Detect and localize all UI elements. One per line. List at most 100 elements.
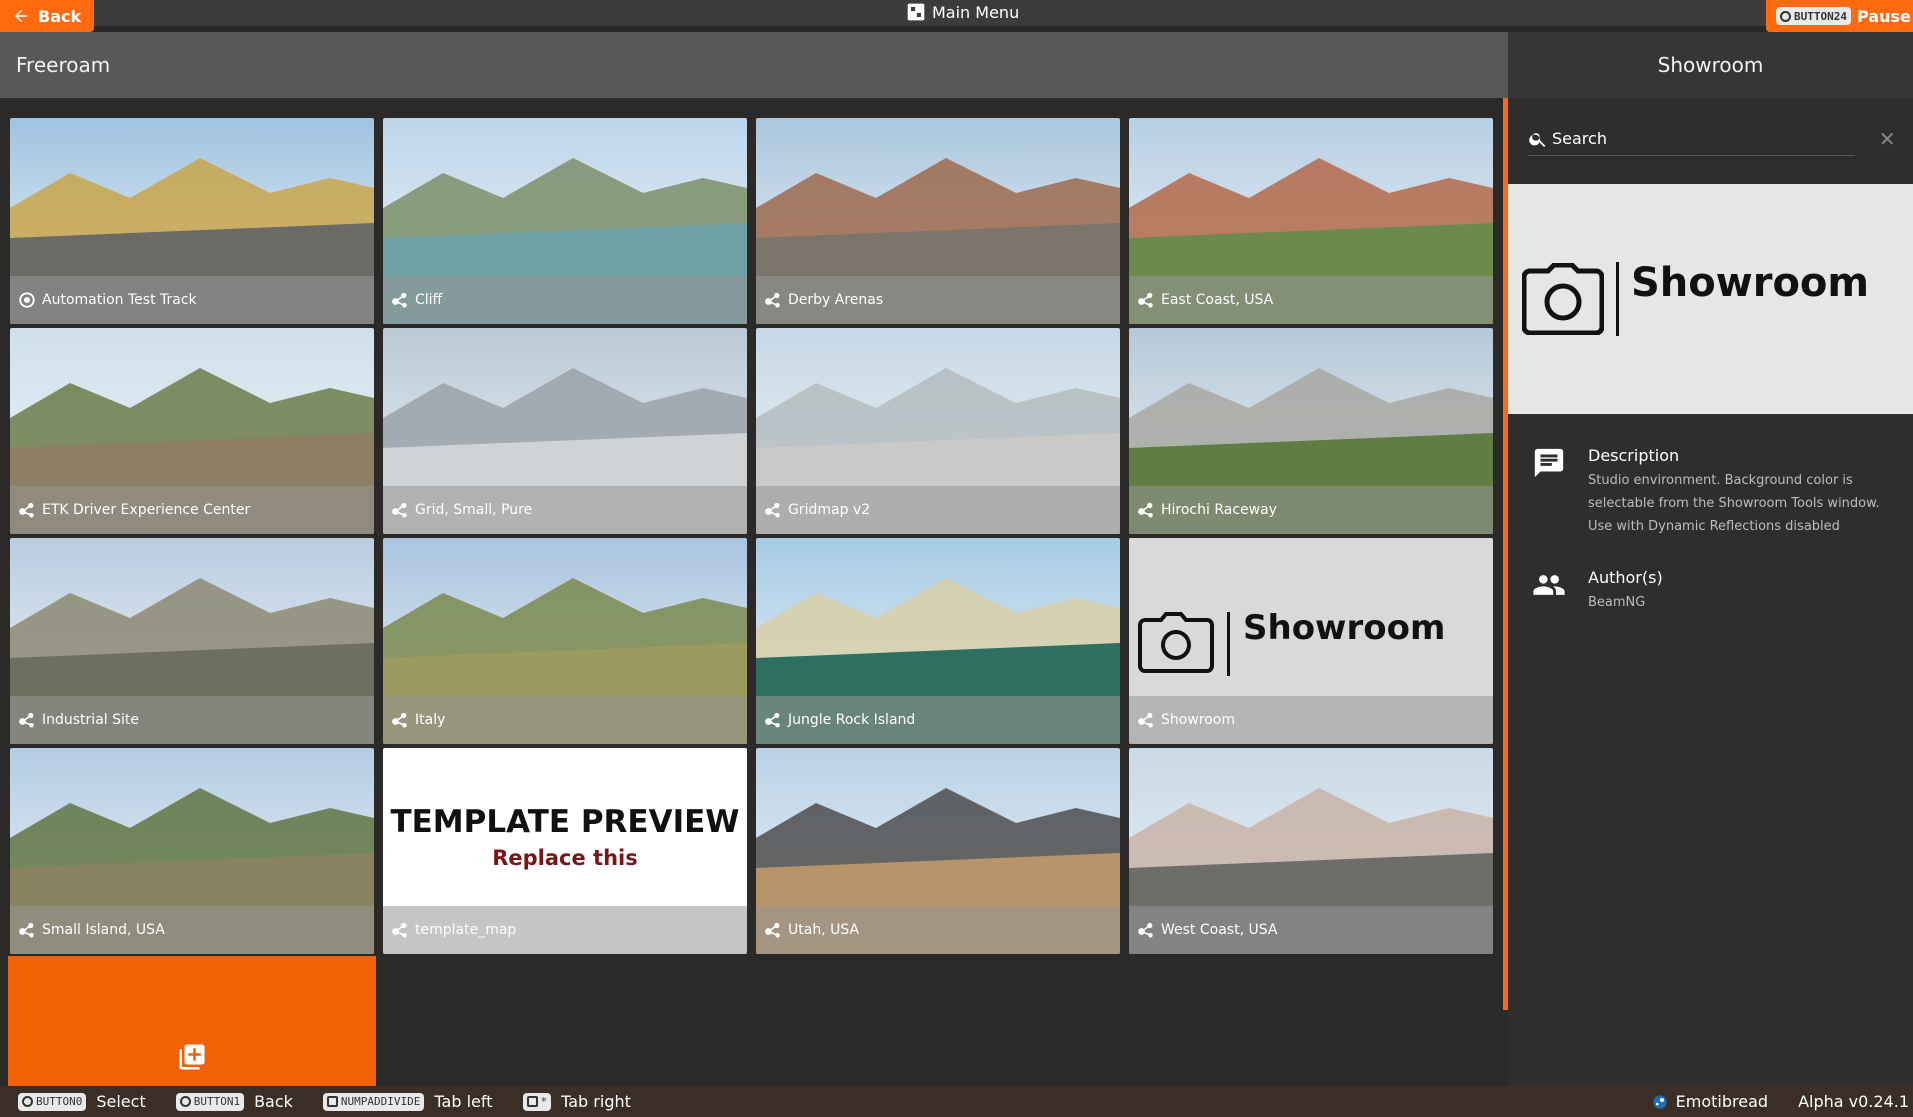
- level-tile-name: Industrial Site: [42, 712, 139, 728]
- page-title: Freeroam: [16, 53, 111, 77]
- level-tile[interactable]: West Coast, USA: [1129, 748, 1493, 954]
- pause-key-label: BUTTON24: [1794, 9, 1847, 23]
- back-button-label: Back: [38, 6, 82, 26]
- authors-text: BeamNG: [1588, 595, 1646, 610]
- template-preview-subtitle: Replace this: [492, 846, 638, 870]
- level-tile-name: ETK Driver Experience Center: [42, 502, 251, 518]
- user-badge[interactable]: Emotibread: [1652, 1092, 1768, 1111]
- level-tile-label-bar: Utah, USA: [756, 906, 1120, 954]
- level-tile-name: East Coast, USA: [1161, 292, 1274, 308]
- level-tile-label-bar: Gridmap v2: [756, 486, 1120, 534]
- level-tile-label-bar: Automation Test Track: [10, 276, 374, 324]
- key-badge: NUMPADDIVIDE: [322, 1092, 425, 1111]
- beamng-icon: [765, 922, 780, 938]
- search-input[interactable]: [1552, 129, 1852, 148]
- beamng-icon: [19, 502, 34, 518]
- details-title: Showroom: [1657, 53, 1764, 77]
- beamng-icon: [1138, 712, 1153, 728]
- button-ring-icon: [179, 1096, 191, 1107]
- key-badge: *: [522, 1092, 552, 1111]
- clear-search-button[interactable]: ✕: [1879, 127, 1896, 151]
- level-tile-label-bar: ETK Driver Experience Center: [10, 486, 374, 534]
- level-tile-label-bar: Industrial Site: [10, 696, 374, 744]
- key-label: NUMPADDIVIDE: [340, 1095, 421, 1108]
- authors-block: Author(s) BeamNG: [1532, 568, 1898, 614]
- hint-label: Back: [254, 1092, 293, 1111]
- search-box[interactable]: [1528, 122, 1855, 156]
- input-hint: * Tab right: [522, 1092, 631, 1111]
- pause-label: Pause: [1856, 6, 1911, 26]
- username: Emotibread: [1675, 1092, 1769, 1111]
- template-preview-title: TEMPLATE PREVIEW: [390, 804, 740, 840]
- beamng-icon: [392, 292, 407, 308]
- level-tile[interactable]: Small Island, USA: [10, 748, 374, 954]
- level-tile-name: Derby Arenas: [788, 292, 884, 308]
- level-tile-label-bar: Derby Arenas: [756, 276, 1120, 324]
- button-ring-icon: [22, 1096, 33, 1107]
- showroom-thumbnail-text: Showroom: [1243, 608, 1446, 648]
- level-tile[interactable]: Showroom Showroom: [1129, 538, 1493, 744]
- main-menu-button[interactable]: Main Menu: [906, 0, 1019, 24]
- level-tile-name: Cliff: [415, 292, 443, 308]
- level-tile-label-bar: West Coast, USA: [1129, 906, 1493, 954]
- main-menu-label: Main Menu: [932, 2, 1020, 22]
- input-hint: BUTTON0 Select: [18, 1092, 146, 1111]
- level-tile[interactable]: Industrial Site: [10, 538, 374, 744]
- level-tile[interactable]: Derby Arenas: [756, 118, 1120, 324]
- level-tile[interactable]: Grid, Small, Pure: [383, 328, 747, 534]
- steam-icon: [1653, 1094, 1667, 1109]
- level-tile[interactable]: Cliff: [383, 118, 747, 324]
- input-hint: NUMPADDIVIDE Tab left: [322, 1092, 493, 1111]
- back-button[interactable]: Back: [0, 0, 94, 32]
- add-level-button[interactable]: [8, 956, 376, 1086]
- keyboard-icon: [526, 1096, 538, 1107]
- level-tile[interactable]: Utah, USA: [756, 748, 1120, 954]
- authors-title: Author(s): [1588, 568, 1663, 587]
- level-tile-label-bar: Cliff: [383, 276, 747, 324]
- camera-icon: [1522, 263, 1604, 335]
- add-box-icon: [179, 1044, 205, 1070]
- description-block: Description Studio environment. Backgrou…: [1532, 446, 1898, 538]
- level-tile[interactable]: Jungle Rock Island: [756, 538, 1120, 744]
- key-badge: BUTTON0: [18, 1092, 87, 1111]
- beamng-icon: [392, 922, 407, 938]
- description-text: Studio environment. Background color is …: [1588, 473, 1880, 534]
- hint-label: Select: [96, 1092, 146, 1111]
- bottom-hint-bar: BUTTON0 Select BUTTON1 Back NUMPADDIVIDE Tab …: [0, 1086, 1913, 1117]
- level-tile[interactable]: Hirochi Raceway: [1129, 328, 1493, 534]
- level-tile[interactable]: Automation Test Track: [10, 118, 374, 324]
- beamng-icon: [1138, 292, 1153, 308]
- level-tile[interactable]: ETK Driver Experience Center: [10, 328, 374, 534]
- beamng-icon: [765, 292, 780, 308]
- details-header: Showroom: [1508, 32, 1913, 98]
- level-tile-label-bar: Showroom: [1129, 696, 1493, 744]
- button-ring-icon: [1780, 10, 1791, 22]
- beamng-icon: [1138, 502, 1153, 518]
- pause-key-hint: BUTTON24: [1776, 7, 1851, 25]
- details-panel: ✕ Showroom Description Studio environmen…: [1508, 98, 1913, 1086]
- hint-label: Tab left: [434, 1092, 493, 1111]
- level-tile[interactable]: Italy: [383, 538, 747, 744]
- key-badge: BUTTON1: [175, 1092, 245, 1111]
- level-tile[interactable]: East Coast, USA: [1129, 118, 1493, 324]
- level-tile-name: Utah, USA: [788, 922, 860, 938]
- version-label: Alpha v0.24.1: [1798, 1092, 1909, 1111]
- level-tile-name: Automation Test Track: [42, 292, 197, 308]
- pause-button[interactable]: BUTTON24 Pause: [1766, 0, 1913, 32]
- level-tile[interactable]: Gridmap v2: [756, 328, 1120, 534]
- beamng-icon: [19, 922, 34, 938]
- hint-label: Tab right: [561, 1092, 631, 1111]
- status-area: Emotibread Alpha v0.24.1: [1652, 1086, 1913, 1117]
- level-tile-name: Showroom: [1161, 712, 1235, 728]
- search-icon: [1529, 132, 1546, 147]
- level-tile-name: Grid, Small, Pure: [415, 502, 533, 518]
- beamng-icon: [392, 712, 407, 728]
- level-preview-image: Showroom: [1508, 184, 1913, 414]
- beamng-icon: [765, 712, 780, 728]
- key-label: BUTTON0: [36, 1095, 83, 1108]
- level-tile[interactable]: TEMPLATE PREVIEW Replace this template_map: [383, 748, 747, 954]
- description-title: Description: [1588, 446, 1680, 465]
- people-icon: [1533, 575, 1565, 595]
- level-tile-name: Hirochi Raceway: [1161, 502, 1277, 518]
- beamng-icon: [765, 502, 780, 518]
